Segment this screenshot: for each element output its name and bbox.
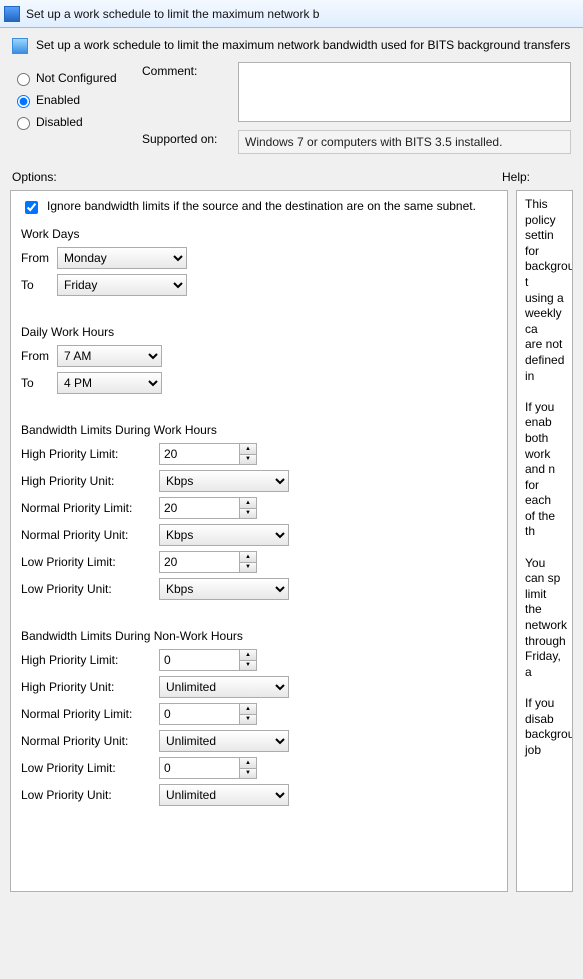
comment-field[interactable] <box>238 62 571 122</box>
options-heading: Options: <box>12 170 502 184</box>
wl-lp-unit-select[interactable]: Kbps <box>159 578 289 600</box>
nwl-np-unit-label: Normal Priority Unit: <box>21 734 151 748</box>
ignore-subnet-label: Ignore bandwidth limits if the source an… <box>47 199 476 213</box>
wl-hp-unit-select[interactable]: Kbps <box>159 470 289 492</box>
work-days-from-label: From <box>21 251 49 265</box>
wl-lp-limit-label: Low Priority Limit: <box>21 555 151 569</box>
supported-value: Windows 7 or computers with BITS 3.5 ins… <box>238 130 571 154</box>
spinner-arrows[interactable]: ▲▼ <box>239 551 257 573</box>
work-days-to-select[interactable]: Friday <box>57 274 187 296</box>
daily-hours-from-select[interactable]: 7 AM <box>57 345 162 367</box>
radio-enabled-label: Enabled <box>36 93 80 107</box>
policy-title: Set up a work schedule to limit the maxi… <box>36 38 570 52</box>
titlebar: Set up a work schedule to limit the maxi… <box>0 0 583 28</box>
nwl-hp-limit-label: High Priority Limit: <box>21 653 151 667</box>
wl-np-unit-select[interactable]: Kbps <box>159 524 289 546</box>
nwl-lp-unit-label: Low Priority Unit: <box>21 788 151 802</box>
wl-np-limit-label: Normal Priority Limit: <box>21 501 151 515</box>
ignore-subnet-checkbox[interactable] <box>25 201 38 214</box>
nwl-hp-unit-select[interactable]: Unlimited <box>159 676 289 698</box>
supported-label: Supported on: <box>142 130 232 146</box>
policy-header: Set up a work schedule to limit the maxi… <box>0 28 583 58</box>
radio-enabled[interactable] <box>17 95 30 108</box>
nonwork-limits-title: Bandwidth Limits During Non-Work Hours <box>21 629 497 643</box>
wl-np-limit-input[interactable] <box>159 497 239 519</box>
nwl-np-limit-label: Normal Priority Limit: <box>21 707 151 721</box>
spinner-arrows[interactable]: ▲▼ <box>239 443 257 465</box>
app-icon <box>4 6 20 22</box>
wl-hp-unit-label: High Priority Unit: <box>21 474 151 488</box>
nwl-np-unit-select[interactable]: Unlimited <box>159 730 289 752</box>
comment-label: Comment: <box>142 62 232 78</box>
wl-lp-unit-label: Low Priority Unit: <box>21 582 151 596</box>
nwl-np-limit-input[interactable] <box>159 703 239 725</box>
state-radio-group: Not Configured Enabled Disabled <box>12 62 142 154</box>
daily-hours-to-select[interactable]: 4 PM <box>57 372 162 394</box>
wl-lp-limit-input[interactable] <box>159 551 239 573</box>
spinner-arrows[interactable]: ▲▼ <box>239 757 257 779</box>
radio-disabled[interactable] <box>17 117 30 130</box>
wl-hp-limit-input[interactable] <box>159 443 239 465</box>
policy-icon <box>12 38 28 54</box>
work-days-to-label: To <box>21 278 49 292</box>
nwl-hp-limit-input[interactable] <box>159 649 239 671</box>
spinner-arrows[interactable]: ▲▼ <box>239 703 257 725</box>
help-heading: Help: <box>502 170 530 184</box>
help-panel: This policy settin for background t usin… <box>516 190 573 892</box>
radio-not-configured-label: Not Configured <box>36 71 117 85</box>
daily-hours-title: Daily Work Hours <box>21 325 497 339</box>
spinner-arrows[interactable]: ▲▼ <box>239 497 257 519</box>
work-days-title: Work Days <box>21 227 497 241</box>
radio-disabled-label: Disabled <box>36 115 83 129</box>
work-days-from-select[interactable]: Monday <box>57 247 187 269</box>
options-panel: Ignore bandwidth limits if the source an… <box>10 190 508 892</box>
help-text: This policy settin for background t usin… <box>525 197 564 758</box>
window-title: Set up a work schedule to limit the maxi… <box>26 7 319 21</box>
wl-hp-limit-label: High Priority Limit: <box>21 447 151 461</box>
radio-not-configured[interactable] <box>17 73 30 86</box>
nwl-lp-limit-label: Low Priority Limit: <box>21 761 151 775</box>
work-limits-title: Bandwidth Limits During Work Hours <box>21 423 497 437</box>
daily-hours-from-label: From <box>21 349 49 363</box>
nwl-lp-limit-input[interactable] <box>159 757 239 779</box>
wl-np-unit-label: Normal Priority Unit: <box>21 528 151 542</box>
spinner-arrows[interactable]: ▲▼ <box>239 649 257 671</box>
nwl-hp-unit-label: High Priority Unit: <box>21 680 151 694</box>
nwl-lp-unit-select[interactable]: Unlimited <box>159 784 289 806</box>
daily-hours-to-label: To <box>21 376 49 390</box>
